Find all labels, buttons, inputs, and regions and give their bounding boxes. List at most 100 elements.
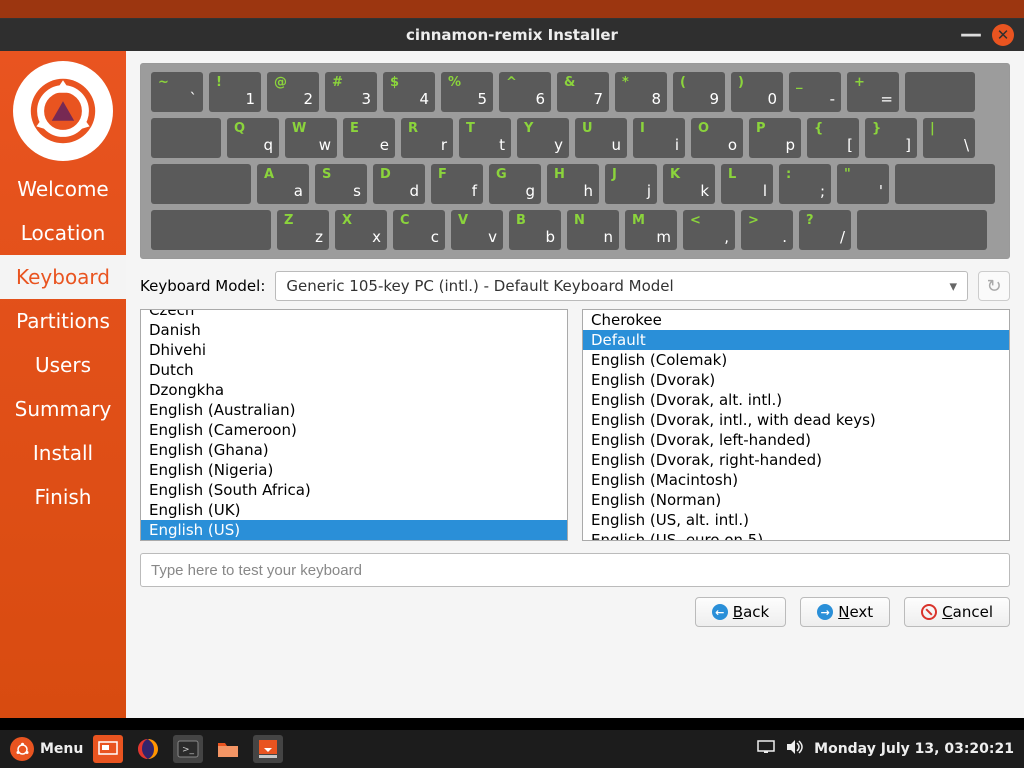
- key-t[interactable]: Tt: [459, 118, 511, 158]
- key-o[interactable]: Oo: [691, 118, 743, 158]
- key-w[interactable]: Ww: [285, 118, 337, 158]
- key-][interactable]: }]: [865, 118, 917, 158]
- list-item[interactable]: Dutch: [141, 360, 567, 380]
- list-item[interactable]: English (Cameroon): [141, 420, 567, 440]
- list-item[interactable]: English (Australian): [141, 400, 567, 420]
- installer-task-icon[interactable]: [253, 735, 283, 763]
- key-q[interactable]: Qq: [227, 118, 279, 158]
- list-item[interactable]: Cherokee: [583, 310, 1009, 330]
- volume-icon[interactable]: [786, 739, 804, 759]
- back-button[interactable]: ← Back: [695, 597, 786, 627]
- key-,[interactable]: <,: [683, 210, 735, 250]
- key-u[interactable]: Uu: [575, 118, 627, 158]
- list-item[interactable]: Czech: [141, 309, 567, 320]
- list-item[interactable]: English (US, euro on 5): [583, 530, 1009, 541]
- terminal-icon[interactable]: >_: [173, 735, 203, 763]
- sidebar-item-finish[interactable]: Finish: [0, 475, 126, 519]
- key-p[interactable]: Pp: [749, 118, 801, 158]
- key-2[interactable]: @2: [267, 72, 319, 112]
- list-item[interactable]: Danish: [141, 320, 567, 340]
- list-item[interactable]: Dzongkha: [141, 380, 567, 400]
- key-blank[interactable]: [151, 118, 221, 158]
- firefox-icon[interactable]: [133, 735, 163, 763]
- list-item[interactable]: English (South Africa): [141, 480, 567, 500]
- network-icon[interactable]: [756, 739, 776, 759]
- list-item[interactable]: English (Dvorak, alt. intl.): [583, 390, 1009, 410]
- reset-model-button[interactable]: ↻: [978, 271, 1010, 301]
- files-icon[interactable]: [213, 735, 243, 763]
- sidebar-item-keyboard[interactable]: Keyboard: [0, 255, 126, 299]
- key--[interactable]: _-: [789, 72, 841, 112]
- sidebar-item-summary[interactable]: Summary: [0, 387, 126, 431]
- sidebar-item-location[interactable]: Location: [0, 211, 126, 255]
- key-blank[interactable]: [151, 210, 271, 250]
- list-item[interactable]: English (US, alt. intl.): [583, 510, 1009, 530]
- key-'[interactable]: "': [837, 164, 889, 204]
- key-x[interactable]: Xx: [335, 210, 387, 250]
- next-button[interactable]: → Next: [800, 597, 890, 627]
- layout-listbox[interactable]: CzechDanishDhivehiDutchDzongkhaEnglish (…: [140, 309, 568, 541]
- key-4[interactable]: $4: [383, 72, 435, 112]
- key-c[interactable]: Cc: [393, 210, 445, 250]
- key-0[interactable]: )0: [731, 72, 783, 112]
- list-item[interactable]: English (Dvorak, right-handed): [583, 450, 1009, 470]
- key-d[interactable]: Dd: [373, 164, 425, 204]
- key-b[interactable]: Bb: [509, 210, 561, 250]
- key-3[interactable]: #3: [325, 72, 377, 112]
- sidebar-item-welcome[interactable]: Welcome: [0, 167, 126, 211]
- clock[interactable]: Monday July 13, 03:20:21: [814, 741, 1014, 757]
- sidebar-item-users[interactable]: Users: [0, 343, 126, 387]
- key-1[interactable]: !1: [209, 72, 261, 112]
- key-z[interactable]: Zz: [277, 210, 329, 250]
- key-e[interactable]: Ee: [343, 118, 395, 158]
- key-h[interactable]: Hh: [547, 164, 599, 204]
- menu-button[interactable]: Menu: [10, 737, 83, 761]
- key-[[interactable]: {[: [807, 118, 859, 158]
- model-select[interactable]: Generic 105-key PC (intl.) - Default Key…: [275, 271, 968, 301]
- list-item[interactable]: English (UK): [141, 500, 567, 520]
- show-desktop-icon[interactable]: [93, 735, 123, 763]
- list-item[interactable]: English (Dvorak, left-handed): [583, 430, 1009, 450]
- key-g[interactable]: Gg: [489, 164, 541, 204]
- key-a[interactable]: Aa: [257, 164, 309, 204]
- list-item[interactable]: English (Macintosh): [583, 470, 1009, 490]
- key-v[interactable]: Vv: [451, 210, 503, 250]
- key-r[interactable]: Rr: [401, 118, 453, 158]
- list-item[interactable]: Dhivehi: [141, 340, 567, 360]
- key-j[interactable]: Jj: [605, 164, 657, 204]
- key-;[interactable]: :;: [779, 164, 831, 204]
- test-keyboard-input[interactable]: [140, 553, 1010, 587]
- key-`[interactable]: ~`: [151, 72, 203, 112]
- key-7[interactable]: &7: [557, 72, 609, 112]
- sidebar-item-partitions[interactable]: Partitions: [0, 299, 126, 343]
- key-i[interactable]: Ii: [633, 118, 685, 158]
- key-blank[interactable]: [905, 72, 975, 112]
- key-.[interactable]: >.: [741, 210, 793, 250]
- close-icon[interactable]: ✕: [992, 24, 1014, 46]
- key-k[interactable]: Kk: [663, 164, 715, 204]
- key-8[interactable]: *8: [615, 72, 667, 112]
- variant-listbox[interactable]: CherokeeDefaultEnglish (Colemak)English …: [582, 309, 1010, 541]
- key-n[interactable]: Nn: [567, 210, 619, 250]
- key-/[interactable]: ?/: [799, 210, 851, 250]
- key-6[interactable]: ^6: [499, 72, 551, 112]
- key-=[interactable]: +=: [847, 72, 899, 112]
- key-blank[interactable]: [857, 210, 987, 250]
- list-item[interactable]: Default: [583, 330, 1009, 350]
- key-9[interactable]: (9: [673, 72, 725, 112]
- key-s[interactable]: Ss: [315, 164, 367, 204]
- list-item[interactable]: English (Dvorak): [583, 370, 1009, 390]
- list-item[interactable]: English (US): [141, 520, 567, 540]
- key-blank[interactable]: [895, 164, 995, 204]
- key-m[interactable]: Mm: [625, 210, 677, 250]
- key-5[interactable]: %5: [441, 72, 493, 112]
- list-item[interactable]: English (Ghana): [141, 440, 567, 460]
- list-item[interactable]: English (Norman): [583, 490, 1009, 510]
- key-l[interactable]: Ll: [721, 164, 773, 204]
- list-item[interactable]: English (Dvorak, intl., with dead keys): [583, 410, 1009, 430]
- key-blank[interactable]: [151, 164, 251, 204]
- key-\[interactable]: |\: [923, 118, 975, 158]
- key-f[interactable]: Ff: [431, 164, 483, 204]
- list-item[interactable]: English (Colemak): [583, 350, 1009, 370]
- cancel-button[interactable]: Cancel: [904, 597, 1010, 627]
